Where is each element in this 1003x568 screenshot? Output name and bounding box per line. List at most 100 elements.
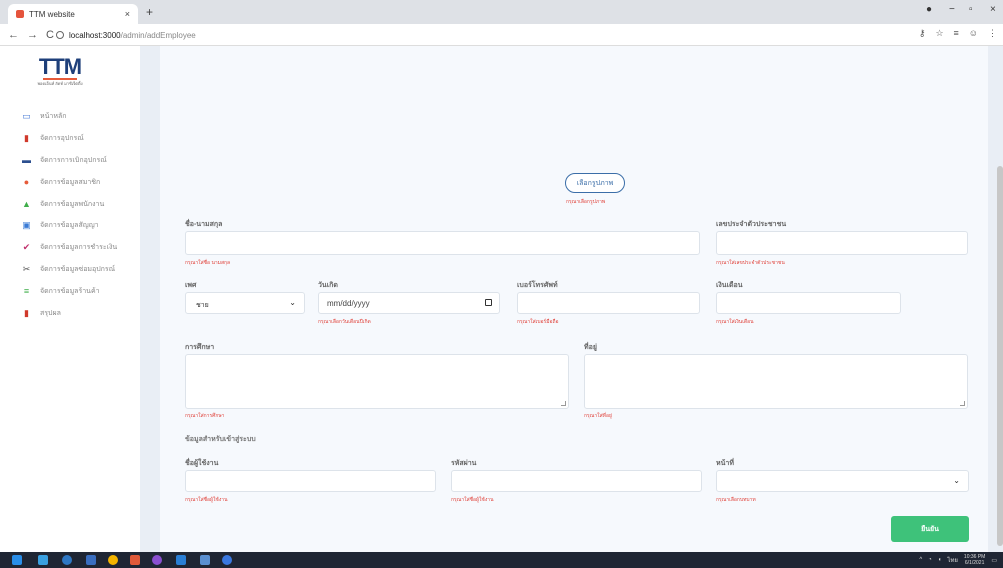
sidebar-item-label: จัดการข้อมูลพนักงาน — [40, 200, 105, 208]
scrollbar[interactable] — [997, 166, 1003, 546]
reload-button[interactable]: C — [46, 29, 54, 41]
edge-icon[interactable] — [62, 555, 72, 565]
app-icon[interactable] — [130, 555, 140, 565]
address-textarea[interactable] — [584, 354, 968, 409]
logo[interactable]: TTM พอดเอ็นท์ ลัดท์ มาชีเจ็ตติ้ง — [30, 56, 90, 88]
sidebar-item-1[interactable]: ▭ หน้าหลัก — [0, 106, 140, 128]
name-input[interactable] — [185, 231, 700, 255]
sidebar: TTM พอดเอ็นท์ ลัดท์ มาชีเจ็ตติ้ง ▭ หน้าหล… — [0, 46, 140, 552]
minimize-button[interactable]: − — [949, 4, 955, 15]
username-input[interactable] — [185, 470, 436, 492]
id-number-input[interactable] — [716, 231, 968, 255]
education-textarea[interactable] — [185, 354, 569, 409]
password-label: รหัสผ่าน — [451, 460, 477, 467]
tray-chevron-icon[interactable]: ^ — [919, 557, 922, 563]
volume-icon[interactable]: ◖ — [938, 557, 942, 563]
tab-title: TTM website — [29, 9, 75, 19]
new-tab-button[interactable]: + — [146, 5, 153, 19]
sidebar-item-3[interactable]: ▬ จัดการการเบิกอุปกรณ์ — [0, 150, 140, 172]
phone-input[interactable] — [517, 292, 700, 314]
salary-label: เงินเดือน — [716, 282, 743, 289]
task-view-icon[interactable] — [38, 555, 48, 565]
url-path: /admin/addEmployee — [120, 30, 196, 40]
back-button[interactable]: ← — [8, 29, 19, 41]
system-tray: ^ ◔ ◖ ไทย 10:36 PM 6/1/2021 ▭ — [919, 554, 997, 566]
maximize-button[interactable]: ▫ — [969, 4, 973, 15]
equipment-icon: ▮ — [24, 133, 29, 144]
sidebar-item-label: หน้าหลัก — [40, 113, 67, 121]
browser-tab-strip: TTM website × + ● − ▫ × — [0, 0, 1003, 24]
star-icon[interactable]: ☆ — [935, 28, 943, 39]
store-icon[interactable] — [86, 555, 96, 565]
sidebar-item-label: จัดการข้อมูลสมาชิก — [40, 178, 101, 186]
phone-error: กรุณาใส่เบอร์มือถือ — [517, 319, 559, 325]
education-error: กรุณาใส่การศึกษา — [185, 413, 225, 419]
info-icon[interactable] — [56, 31, 64, 39]
app-icon[interactable] — [222, 555, 232, 565]
resize-handle[interactable] — [561, 401, 566, 406]
salary-input[interactable] — [716, 292, 901, 314]
logo-subtitle: พอดเอ็นท์ ลัดท์ มาชีเจ็ตติ้ง — [37, 81, 83, 86]
language-indicator[interactable]: ไทย — [947, 555, 958, 565]
sidebar-item-7[interactable]: ✔ จัดการข้อมูลการชำระเงิน — [0, 237, 140, 259]
birthday-error: กรุณาเลือกวันเดือนปีเกิด — [318, 319, 371, 325]
key-icon[interactable]: ⚷ — [919, 28, 926, 39]
birthday-input[interactable]: mm/dd/yyyy — [318, 292, 500, 314]
name-error: กรุณาใส่ชื่อ นามสกุล — [185, 260, 231, 266]
position-select[interactable]: ⌄ — [716, 470, 969, 492]
name-label: ชื่อ-นามสกุล — [185, 221, 223, 228]
profile-icon[interactable]: ☺ — [969, 28, 978, 39]
sidebar-item-2[interactable]: ▮ จัดการอุปกรณ์ — [0, 128, 140, 150]
box-icon: ▬ — [22, 154, 31, 165]
address-label: ที่อยู่ — [584, 344, 597, 351]
chevron-down-icon: ⌄ — [953, 476, 960, 485]
close-window-button[interactable]: × — [990, 4, 996, 15]
birthday-label: วันเกิด — [318, 282, 338, 289]
address-error: กรุณาใส่ที่อยู่ — [584, 413, 612, 419]
phone-label: เบอร์โทรศัพท์ — [517, 282, 558, 289]
birthday-placeholder: mm/dd/yyyy — [327, 299, 370, 308]
account-icon[interactable]: ● — [926, 4, 932, 15]
app-icon[interactable] — [200, 555, 210, 565]
salary-error: กรุณาใส่เงินเดือน — [716, 319, 754, 325]
clock[interactable]: 10:36 PM 6/1/2021 — [964, 554, 985, 566]
position-label: หน้าที่ — [716, 460, 734, 467]
sidebar-item-9[interactable]: ≡ จัดการข้อมูลร้านค้า — [0, 280, 140, 302]
choose-image-button[interactable]: เลือกรูปภาพ — [565, 173, 625, 193]
tools-icon: ✂ — [22, 263, 31, 274]
id-error: กรุณาใส่เลขประจำตัวประชาชน — [716, 260, 785, 266]
vscode-icon[interactable] — [176, 555, 186, 565]
gender-value: ชาย — [196, 302, 209, 309]
sidebar-item-8[interactable]: ✂ จัดการข้อมูลซ่อมอุปกรณ์ — [0, 259, 140, 281]
contract-icon: ▣ — [22, 220, 31, 231]
choose-image-error: กรุณาเลือกรูปภาพ — [566, 199, 606, 205]
calendar-icon[interactable] — [485, 299, 492, 306]
url-field[interactable]: localhost:3000 /admin/addEmployee — [56, 27, 916, 43]
start-icon[interactable] — [12, 555, 22, 565]
favicon-icon — [16, 10, 24, 18]
browser-tab[interactable]: TTM website × — [8, 4, 138, 24]
password-error: กรุณาใส่ชื่อผู้ใช้งาน — [451, 497, 494, 503]
gender-select[interactable]: ชาย ⌄ — [185, 292, 305, 314]
chrome-icon[interactable] — [108, 555, 118, 565]
resize-handle[interactable] — [960, 401, 965, 406]
url-host: localhost:3000 — [69, 30, 121, 40]
menu-icon[interactable]: ⋮ — [988, 28, 997, 39]
forward-button[interactable]: → — [27, 29, 38, 41]
sidebar-item-10[interactable]: ▮ สรุปผล — [0, 302, 140, 324]
sidebar-item-label: จัดการอุปกรณ์ — [40, 135, 84, 143]
sidebar-item-6[interactable]: ▣ จัดการข้อมูลสัญญา — [0, 215, 140, 237]
sidebar-item-5[interactable]: ▲ จัดการข้อมูลพนักงาน — [0, 193, 140, 215]
sidebar-item-4[interactable]: ● จัดการข้อมูลสมาชิก — [0, 171, 140, 193]
gender-label: เพศ — [185, 282, 197, 289]
main-content: เลือกรูปภาพ กรุณาเลือกรูปภาพ ชื่อ-นามสกุ… — [140, 46, 1003, 552]
tab-close-icon[interactable]: × — [125, 9, 130, 19]
submit-button[interactable]: ยืนยัน — [891, 516, 969, 542]
notification-icon[interactable]: ▭ — [991, 557, 997, 564]
reading-list-icon[interactable]: ≡ — [954, 28, 959, 39]
network-icon[interactable]: ◔ — [928, 557, 932, 563]
education-label: การศึกษา — [185, 344, 215, 351]
password-input[interactable] — [451, 470, 702, 492]
app-icon[interactable] — [152, 555, 162, 565]
sidebar-nav: ▭ หน้าหลัก ▮ จัดการอุปกรณ์ ▬ จัดการการเบิกอุป… — [0, 106, 140, 324]
